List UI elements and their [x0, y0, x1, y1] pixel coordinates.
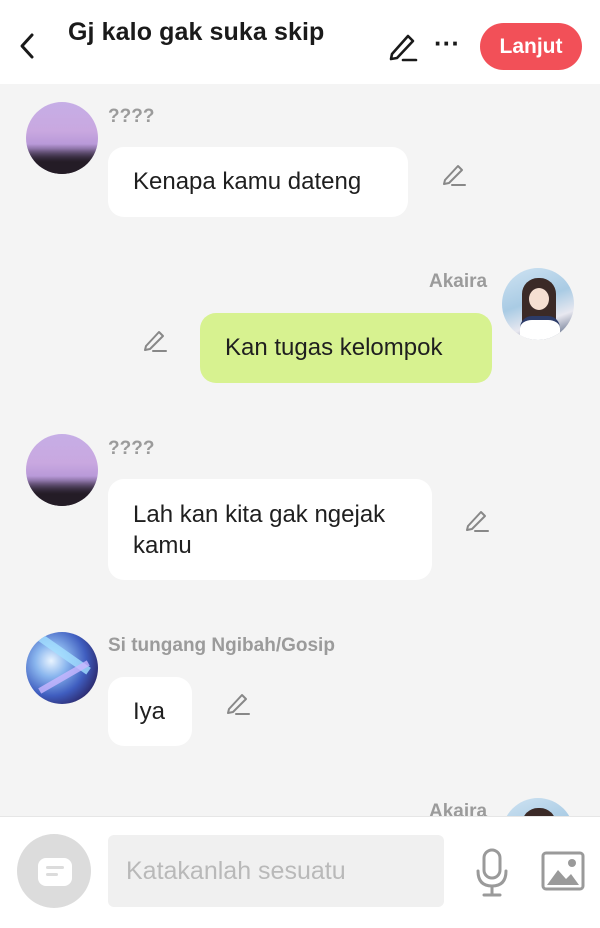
chat-menu-icon: [38, 858, 72, 886]
avatar-detail: [38, 660, 90, 694]
sender-avatar[interactable]: [26, 434, 98, 506]
own-avatar[interactable]: [502, 798, 574, 816]
pencil-icon[interactable]: [440, 160, 468, 188]
sender-name: ????: [108, 438, 155, 459]
back-button[interactable]: [12, 26, 42, 66]
edit-icon: [389, 34, 418, 62]
avatar-face: [529, 288, 549, 310]
message-bubble[interactable]: Iya: [108, 677, 192, 746]
chat-menu-icon-line: [46, 866, 64, 869]
header-bar: Gj kalo gak suka skip ··· Lanjut: [0, 0, 600, 84]
message-bubble[interactable]: Lah kan kita gak ngejak kamu: [108, 479, 432, 580]
chat-area[interactable]: ???? Kenapa kamu dateng Akaira Kan tugas…: [0, 84, 600, 816]
sender-avatar[interactable]: [26, 102, 98, 174]
microphone-icon[interactable]: [474, 847, 510, 899]
avatar-hair: [522, 808, 556, 816]
more-options-button[interactable]: ···: [432, 28, 462, 62]
image-icon[interactable]: [541, 851, 585, 891]
avatar-collar: [520, 316, 560, 340]
sender-name: Akaira: [429, 271, 488, 292]
avatar-silhouette: [26, 144, 98, 174]
pencil-icon[interactable]: [141, 326, 169, 354]
pencil-icon[interactable]: [224, 689, 252, 717]
edit-button[interactable]: [386, 28, 420, 64]
own-message-bubble[interactable]: Kan tugas kelompok: [200, 313, 492, 383]
message-bubble[interactable]: Kenapa kamu dateng: [108, 147, 408, 217]
chat-screen: Gj kalo gak suka skip ··· Lanjut ???? Ke…: [0, 0, 600, 928]
chat-menu-button[interactable]: [17, 834, 91, 908]
composer-bar: [0, 816, 600, 928]
back-arrow-icon: [20, 33, 34, 59]
sender-name: Si tungang Ngibah/Gosip: [108, 635, 335, 656]
chat-menu-icon-line: [46, 873, 58, 876]
sender-name: ????: [108, 106, 155, 127]
message-input[interactable]: [108, 835, 444, 907]
sender-name: Akaira: [429, 801, 488, 816]
next-button[interactable]: Lanjut: [480, 23, 582, 70]
more-icon: ···: [434, 28, 460, 58]
pencil-icon[interactable]: [463, 506, 491, 534]
page-title: Gj kalo gak suka skip: [68, 18, 325, 46]
own-avatar[interactable]: [502, 268, 574, 340]
avatar-silhouette: [26, 476, 98, 506]
sender-avatar[interactable]: [26, 632, 98, 704]
